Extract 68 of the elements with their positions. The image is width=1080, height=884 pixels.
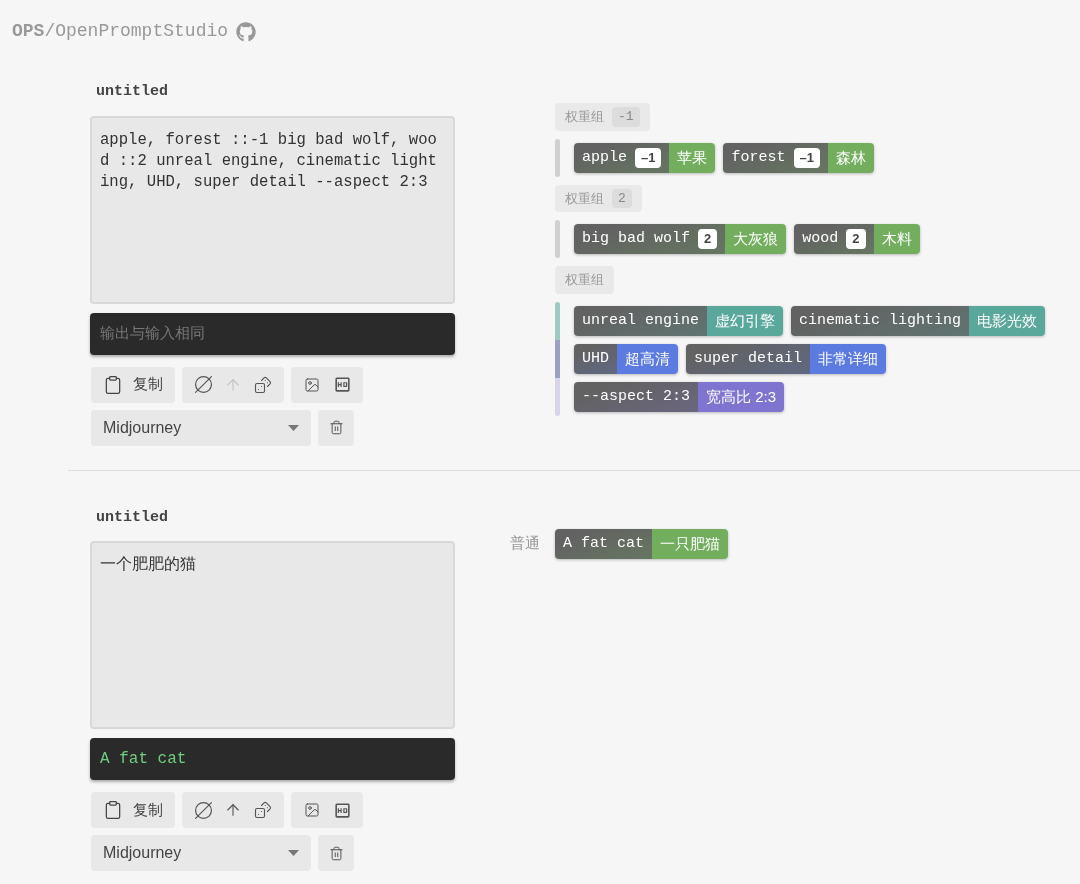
weight-badge: 2 [846, 229, 866, 249]
github-icon [236, 21, 257, 42]
tag-translation: 木料 [873, 224, 920, 254]
tag-text: unreal engine [582, 310, 700, 331]
group-weight: 2 [612, 188, 632, 208]
image-icon [304, 802, 320, 818]
weight-badge: 2 [698, 229, 718, 249]
prompt-title: untitled [96, 507, 169, 528]
tag-term[interactable]: super detail [686, 343, 811, 374]
tag-text: wood [802, 229, 839, 249]
tag-text: UHD [582, 348, 609, 369]
tag-term[interactable]: unreal engine [574, 305, 708, 336]
image-icon [304, 376, 320, 393]
tag-term[interactable]: forest –1 [723, 142, 828, 173]
output-field[interactable]: A fat cat [90, 738, 455, 780]
dice-icon [254, 375, 272, 394]
tag-translation: 苹果 [669, 142, 716, 173]
tag-term[interactable]: big bad wolf 2 [574, 224, 726, 254]
tag-translation: 电影光效 [969, 305, 1046, 336]
tag-text: big bad wolf [582, 229, 691, 249]
output-placeholder: 输出与输入相同 [100, 323, 205, 344]
tag-text: --aspect 2:3 [582, 386, 691, 407]
dice-icon [254, 801, 272, 819]
group-label: 权重组 [565, 189, 604, 208]
copy-button[interactable]: 复制 [91, 792, 175, 828]
tag-text: cinematic lighting [799, 310, 962, 331]
group-label: 权重组 [565, 108, 604, 126]
model-select[interactable]: Midjourney [91, 835, 311, 871]
caret-icon [288, 850, 299, 856]
prompt-input[interactable]: apple, forest ::-1 big bad wolf, wood ::2 unreal engine, cinematic lighting, UHD, super detail --aspect 2:3 [90, 115, 455, 304]
tag-term[interactable]: A fat cat [555, 528, 652, 559]
group-weight: -1 [612, 107, 640, 127]
weight-badge: –1 [635, 147, 662, 168]
model-select[interactable]: Midjourney [91, 409, 311, 446]
tag-text: apple [582, 147, 627, 168]
circle-slash-icon [193, 375, 213, 394]
delete-button[interactable] [318, 409, 354, 446]
circle-slash-icon [193, 800, 213, 820]
tag-translation: 森林 [827, 142, 874, 173]
tag-term[interactable]: --aspect 2:3 [574, 381, 699, 412]
trash-icon [328, 420, 344, 435]
tag-term[interactable]: UHD [574, 343, 617, 374]
trash-icon [328, 845, 344, 861]
clipboard-icon [103, 374, 123, 395]
tag-translation: 非常详细 [810, 343, 887, 374]
caret-icon [288, 424, 299, 431]
hd-icon [332, 800, 352, 820]
tag-translation: 虚幻引擎 [707, 305, 784, 336]
tag-text: A fat cat [563, 533, 644, 554]
tag-translation: 超高清 [617, 343, 678, 374]
group-label: 权重组 [565, 271, 604, 289]
hd-icon [332, 375, 352, 394]
delete-button[interactable] [318, 835, 354, 871]
tag-term[interactable]: cinematic lighting [791, 305, 970, 336]
tag-text: forest [731, 147, 786, 168]
tag-text: super detail [694, 348, 803, 369]
copy-button[interactable]: 复制 [91, 366, 175, 403]
clipboard-icon [103, 800, 123, 820]
tag-translation: 大灰狼 [725, 224, 787, 254]
tag-translation: 宽高比 2:3 [698, 381, 785, 412]
group-label: 普通 [510, 533, 541, 554]
tag-term[interactable]: apple –1 [574, 142, 670, 173]
output-text: A fat cat [100, 749, 187, 770]
tag-term[interactable]: wood 2 [794, 224, 874, 254]
prompt-title: untitled [96, 82, 169, 102]
weight-badge: –1 [793, 147, 820, 168]
tag-translation: 一只肥猫 [652, 528, 728, 559]
prompt-input[interactable]: 一个肥肥的猫 [90, 541, 455, 729]
